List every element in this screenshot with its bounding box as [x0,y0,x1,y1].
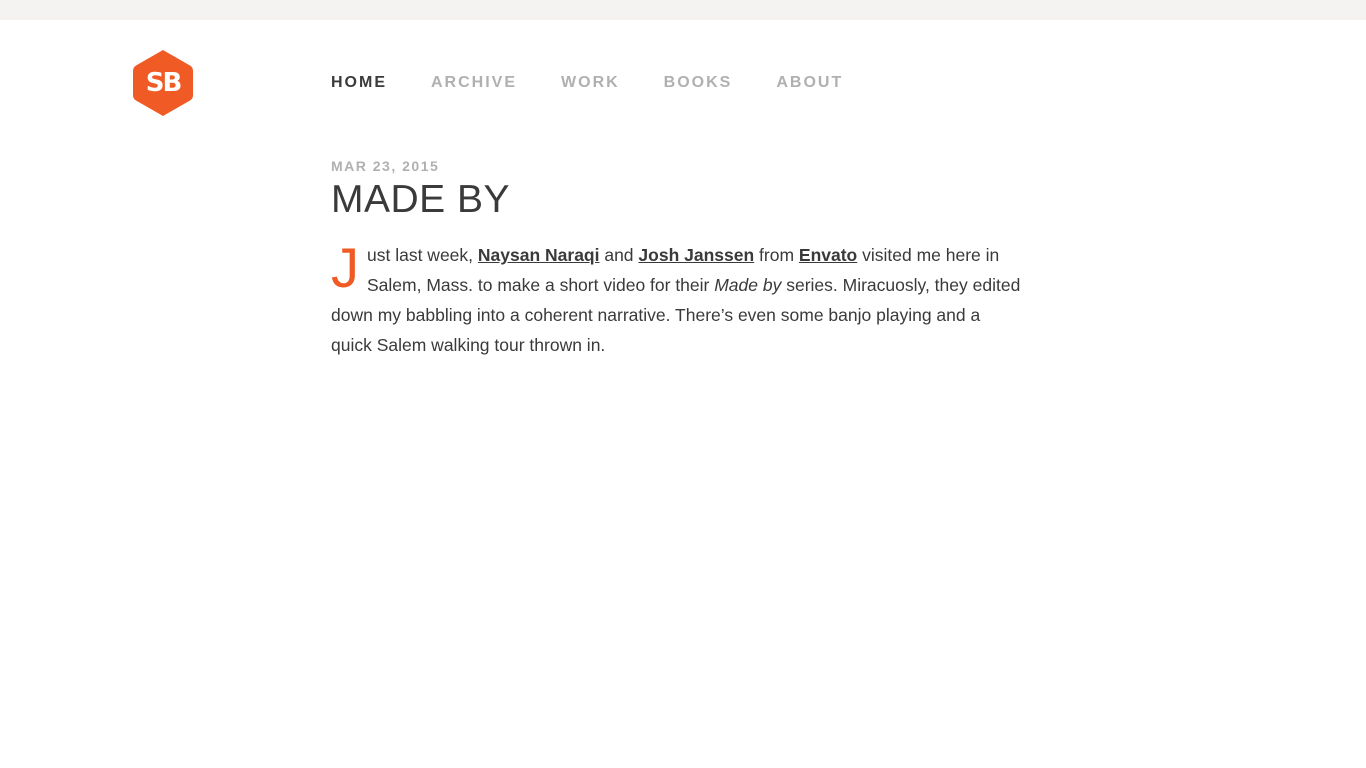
post-article: MAR 23, 2015 MADE BY Just last week, Nay… [331,156,1021,378]
post-body: Just last week, Naysan Naraqi and Josh J… [331,240,1021,360]
nav-home[interactable]: HOME [331,74,387,92]
site-logo[interactable]: SB [132,49,194,117]
nav-about[interactable]: ABOUT [776,74,843,92]
post-date: MAR 23, 2015 [331,158,440,174]
body-text-2: and [599,245,639,265]
post-title: MADE BY [331,178,511,221]
nav-work[interactable]: WORK [561,74,620,92]
link-envato[interactable]: Envato [799,245,857,265]
series-name: Made by [714,275,782,295]
body-text-1: ust last week, [367,245,478,265]
link-naysan-naraqi[interactable]: Naysan Naraqi [478,245,600,265]
body-text-3: from [754,245,799,265]
nav-archive[interactable]: ARCHIVE [431,74,517,92]
dropcap-letter: J [331,236,359,299]
link-josh-janssen[interactable]: Josh Janssen [638,245,754,265]
nav-books[interactable]: BOOKS [664,74,733,92]
top-strip [0,0,1366,20]
logo-text: SB [145,68,183,98]
main-nav: HOME ARCHIVE WORK BOOKS ABOUT [331,72,887,94]
